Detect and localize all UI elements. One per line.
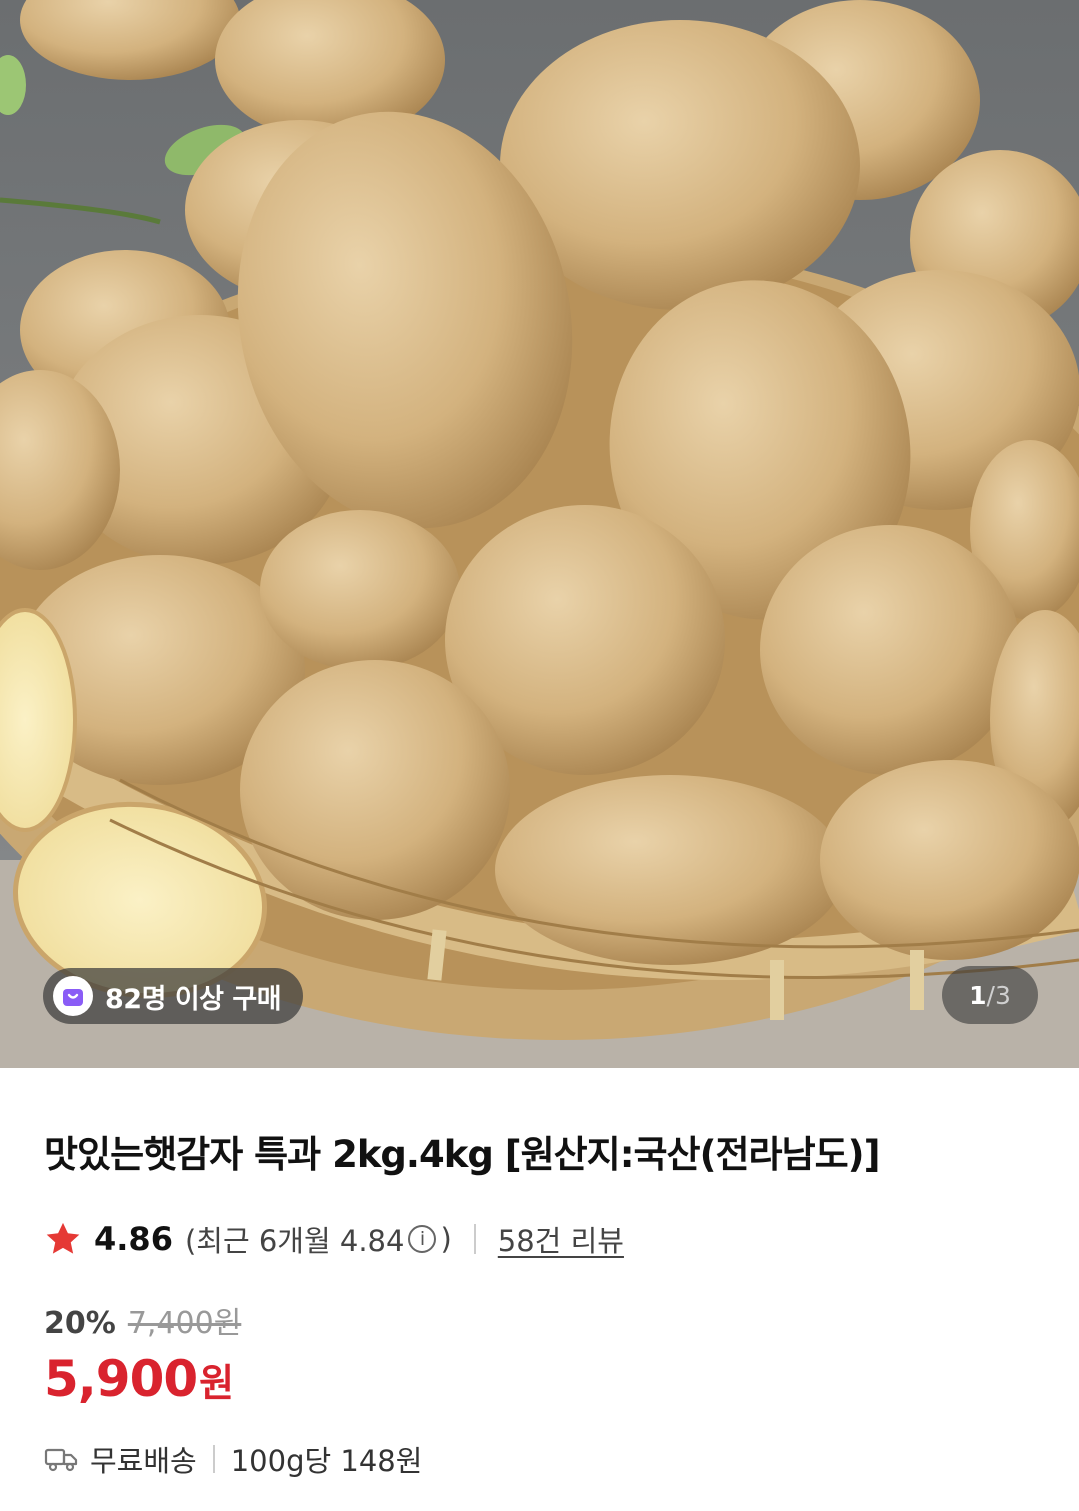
discount-rate: 20% (44, 1306, 116, 1341)
pager-current: 1 (969, 980, 987, 1010)
pager-total: 3 (994, 980, 1011, 1010)
discount-row: 20% 7,400원 (44, 1298, 1035, 1342)
purchase-count-label: 82명 이상 구매 (105, 983, 282, 1015)
purchase-count-badge: 82명 이상 구매 (43, 968, 304, 1024)
unit-price: 100g당 148원 (230, 1444, 423, 1478)
divider (212, 1445, 215, 1473)
shipping-row: 무료배송 100g당 148원 (44, 1438, 1035, 1480)
image-pager: 1 / 3 (942, 966, 1038, 1024)
rating-score: 4.86 (94, 1220, 173, 1258)
star-icon (46, 1222, 80, 1254)
recent-rating: (최근 6개월 4.84 i ) (185, 1218, 452, 1260)
rating-row: 4.86 (최근 6개월 4.84 i ) 58건 리뷰 (44, 1218, 1035, 1260)
product-info: 맛있는햇감자 특과 2kg.4kg [원산지:국산(전라남도)] 4.86 (최… (0, 1068, 1079, 1480)
recent-rating-label: (최근 6개월 4.84 (184, 1224, 405, 1258)
shopping-bag-icon (53, 976, 93, 1016)
product-photo (0, 0, 1079, 1068)
original-price: 7,400원 (127, 1306, 242, 1341)
sale-price: 5,900 원 (44, 1350, 1035, 1408)
divider (473, 1224, 476, 1254)
sale-price-number: 5,900 (44, 1350, 198, 1408)
recent-rating-close: ) (440, 1222, 452, 1256)
free-shipping-label: 무료배송 (90, 1444, 197, 1478)
reviews-link[interactable]: 58건 리뷰 (498, 1218, 624, 1260)
pager-separator: / (986, 980, 995, 1010)
product-image-carousel[interactable]: 82명 이상 구매 1 / 3 (0, 0, 1079, 1068)
delivery-truck-icon (44, 1448, 78, 1472)
sale-price-unit: 원 (199, 1361, 235, 1405)
product-title: 맛있는햇감자 특과 2kg.4kg [원산지:국산(전라남도)] (44, 1133, 881, 1176)
info-icon[interactable]: i (408, 1225, 437, 1253)
